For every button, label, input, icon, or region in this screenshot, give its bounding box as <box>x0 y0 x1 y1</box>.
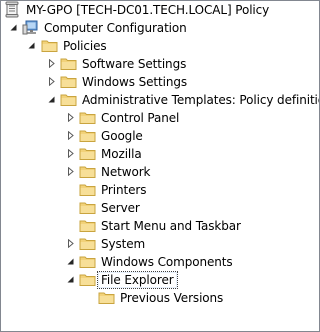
tree-node-label: Start Menu and Taskbar <box>101 219 241 233</box>
tree-node-label: Server <box>101 201 140 215</box>
tree-node-label: Network <box>101 165 151 179</box>
folder-icon <box>79 271 96 288</box>
computer-icon <box>22 19 39 36</box>
tree-node-label: Software Settings <box>82 57 187 71</box>
collapsed-arrow-icon[interactable] <box>47 59 56 68</box>
folder-icon <box>79 163 96 180</box>
tree-node-label: Google <box>101 129 143 143</box>
collapsed-arrow-icon[interactable] <box>66 239 75 248</box>
folder-icon <box>79 181 96 198</box>
expanded-arrow-icon[interactable] <box>47 95 56 104</box>
gpo-scroll-icon <box>4 1 21 18</box>
collapsed-arrow-icon[interactable] <box>66 167 75 176</box>
folder-icon <box>41 37 58 54</box>
folder-icon <box>79 217 96 234</box>
tree-node-label: Computer Configuration <box>44 21 187 35</box>
tree-node-label: Policies <box>63 39 107 53</box>
expanded-arrow-icon[interactable] <box>9 23 18 32</box>
tree-node-label-selected: File Explorer <box>97 271 178 289</box>
tree-node-label: MY-GPO [TECH-DC01.TECH.LOCAL] Policy <box>26 3 270 17</box>
folder-icon <box>79 145 96 162</box>
expanded-arrow-icon[interactable] <box>27 41 36 50</box>
tree-node-label: Control Panel <box>101 111 180 125</box>
collapsed-arrow-icon[interactable] <box>47 77 56 86</box>
folder-icon <box>60 73 77 90</box>
tree-node-label: Previous Versions <box>120 291 224 305</box>
folder-icon <box>79 109 96 126</box>
collapsed-arrow-icon[interactable] <box>66 113 75 122</box>
folder-icon <box>79 199 96 216</box>
folder-icon <box>60 91 77 108</box>
folder-icon <box>79 253 96 270</box>
collapsed-arrow-icon[interactable] <box>66 149 75 158</box>
folder-icon <box>79 235 96 252</box>
tree-node-label: System <box>101 237 146 251</box>
tree-node-label: Printers <box>101 183 147 197</box>
tree-node-label: Windows Settings <box>82 75 187 89</box>
expanded-arrow-icon[interactable] <box>66 275 75 284</box>
folder-icon <box>79 127 96 144</box>
policy-tree: MY-GPO [TECH-DC01.TECH.LOCAL] Policy Com… <box>0 0 320 332</box>
tree-node-label: Mozilla <box>101 147 142 161</box>
expanded-arrow-icon[interactable] <box>66 257 75 266</box>
folder-icon <box>60 55 77 72</box>
collapsed-arrow-icon[interactable] <box>66 131 75 140</box>
folder-icon <box>98 289 115 306</box>
tree-node-label: Windows Components <box>101 255 233 269</box>
tree-node-label: Administrative Templates: Policy definit… <box>82 93 320 107</box>
